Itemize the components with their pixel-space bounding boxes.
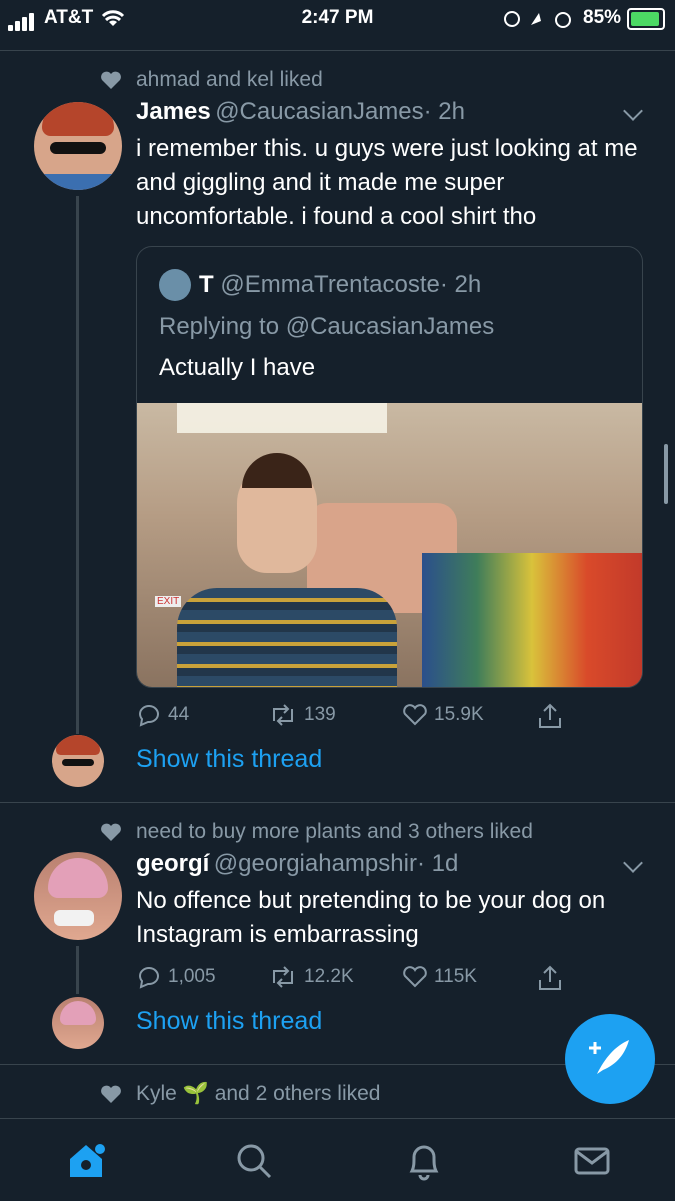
sprout-icon: 🌱 [182, 1082, 209, 1105]
retweet-icon [273, 704, 293, 726]
handle[interactable]: @CaucasianJames [215, 98, 423, 125]
battery-icon [627, 8, 665, 30]
notifications-icon[interactable] [404, 1139, 444, 1183]
home-icon[interactable] [64, 1139, 108, 1183]
reply-count: 44 [168, 704, 190, 725]
scrollbar[interactable] [664, 444, 668, 504]
thread-avatar [52, 997, 104, 1049]
social-context: Kyle 🌱 and 2 others liked [136, 1082, 380, 1106]
tweet-text: i remember this. u guys were just lookin… [136, 135, 638, 230]
tab-bar [0, 1118, 675, 1201]
compose-tweet-icon [589, 1040, 629, 1074]
tweet-header[interactable]: georgí @georgiahampshir· 1d [136, 850, 458, 878]
show-thread-link[interactable]: Show this thread [136, 1007, 322, 1036]
thread-line [76, 196, 79, 734]
status-bar: AT&T 2:47 PM 85% [0, 0, 675, 36]
quote-timestamp: · 2h [439, 271, 482, 298]
reply-count: 1,005 [168, 966, 216, 987]
thread-line [76, 946, 79, 994]
share-icon[interactable] [536, 702, 564, 730]
show-thread-link[interactable]: Show this thread [136, 745, 322, 774]
avatar[interactable] [34, 102, 122, 190]
avatar[interactable] [34, 852, 122, 940]
divider [0, 802, 675, 803]
messages-icon[interactable] [572, 1143, 612, 1179]
tweet-text: No offence but pretending to be your dog… [136, 887, 606, 948]
ceiling-light [177, 403, 387, 433]
heart-icon [403, 704, 427, 726]
striped-shirt [177, 588, 397, 687]
quote-photo[interactable]: EXIT [137, 403, 642, 687]
liked-by-rest: and 2 others liked [214, 1082, 381, 1105]
quote-tweet[interactable]: T @EmmaTrentacoste· 2h Replying to @Cauc… [136, 246, 643, 688]
quote-avatar [159, 269, 191, 301]
compose-tweet-button[interactable] [565, 1014, 655, 1104]
reply-button[interactable]: 44 [136, 703, 189, 727]
system-status-icons [504, 11, 571, 28]
social-context: need to buy more plants and 3 others lik… [136, 820, 533, 843]
reply-button[interactable]: 1,005 [136, 965, 216, 989]
reply-icon [138, 705, 159, 727]
quote-text: Actually I have [159, 354, 316, 381]
divider [0, 50, 675, 51]
heart-filled-icon [101, 71, 121, 89]
person-hair [242, 453, 312, 488]
display-name[interactable]: James [136, 98, 211, 125]
battery-percent: 85% [583, 7, 622, 28]
timestamp: · 1d [416, 850, 459, 877]
heart-icon [403, 966, 427, 988]
retweet-count: 139 [304, 704, 336, 725]
timestamp: · 2h [423, 98, 465, 125]
heart-filled-icon [101, 823, 121, 841]
search-icon[interactable] [234, 1141, 274, 1181]
retweet-button[interactable]: 139 [268, 703, 336, 727]
clothing-rack [422, 553, 642, 687]
retweet-icon [273, 966, 293, 988]
share-icon[interactable] [536, 964, 564, 992]
retweet-button[interactable]: 12.2K [268, 965, 354, 989]
social-context: ahmad and kel liked [136, 68, 323, 91]
liked-by-name: Kyle [136, 1082, 177, 1105]
like-count: 15.9K [434, 704, 484, 725]
display-name[interactable]: georgí [136, 850, 209, 877]
like-button[interactable]: 115K [402, 965, 477, 989]
chevron-down-icon[interactable] [623, 101, 643, 121]
tweet-header[interactable]: James @CaucasianJames· 2h [136, 98, 465, 126]
quote-display-name: T [199, 271, 214, 298]
retweet-count: 12.2K [304, 966, 354, 987]
exit-sign: EXIT [155, 596, 182, 607]
like-button[interactable]: 15.9K [402, 703, 484, 727]
chevron-down-icon[interactable] [623, 853, 643, 873]
replying-to: Replying to @CaucasianJames [159, 313, 495, 340]
heart-filled-icon [101, 1085, 121, 1103]
like-count: 115K [434, 966, 477, 987]
quote-handle: @EmmaTrentacoste [220, 271, 440, 298]
reply-icon [138, 967, 159, 989]
handle[interactable]: @georgiahampshir [214, 850, 417, 877]
thread-avatar [52, 735, 104, 787]
